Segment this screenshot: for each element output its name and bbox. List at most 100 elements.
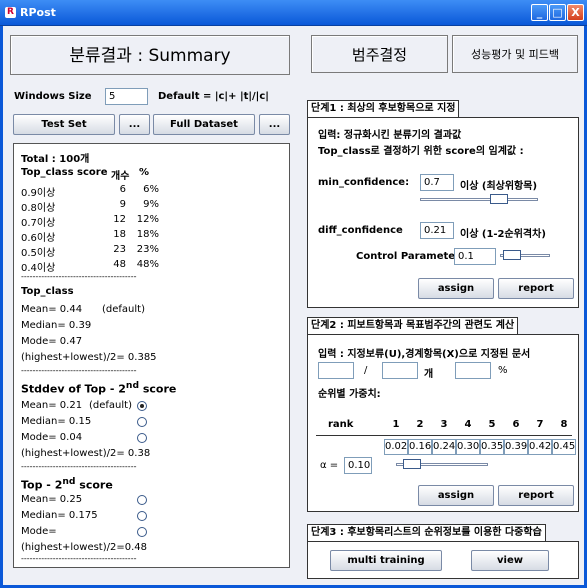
- min-confidence-slider-thumb[interactable]: [490, 194, 508, 204]
- step2-alpha-slider-thumb[interactable]: [403, 459, 422, 469]
- divider: ----------------------------------------: [21, 366, 137, 375]
- row-count: 18: [113, 229, 126, 240]
- diff-confidence-note: 이상 (1-2순위격차): [460, 229, 546, 240]
- step2-assign-button[interactable]: assign: [418, 485, 494, 506]
- step1-desc: Top_class로 결정하기 위한 score의 임계값 :: [318, 146, 524, 157]
- count-header: 개수: [111, 171, 130, 182]
- step2-total-input[interactable]: [382, 362, 418, 379]
- score-header: Top_class score: [21, 167, 108, 178]
- row-label: 0.5이상: [21, 248, 56, 259]
- close-button[interactable]: X: [567, 4, 584, 21]
- step3-title: 단계3 : 후보항목리스트의 순위정보를 이용한 다중학습: [307, 524, 546, 542]
- divider: ----------------------------------------: [21, 272, 137, 281]
- weight-input[interactable]: 0.42: [528, 439, 552, 455]
- step2-title: 단계2 : 피보트항목과 목표범주간의 관련도 계산: [307, 317, 519, 335]
- step1-assign-button[interactable]: assign: [418, 278, 494, 299]
- pct-header: %: [139, 167, 150, 178]
- row-pct: 18%: [136, 229, 159, 240]
- top2-median: Median= 0.175: [21, 510, 98, 521]
- row-pct: 6%: [143, 184, 159, 195]
- tab-evaluation-label: 성능평가 및 피드백: [471, 48, 559, 61]
- step1-report-button[interactable]: report: [498, 278, 574, 299]
- stddev-title-score: score: [142, 382, 177, 396]
- step2-report-button[interactable]: report: [498, 485, 574, 506]
- weight-input[interactable]: 0.39: [504, 439, 528, 455]
- stddev-mean-note: (default): [89, 400, 132, 411]
- multi-training-button[interactable]: multi training: [330, 550, 442, 571]
- top2-mode: Mode=: [21, 526, 57, 537]
- title-bar[interactable]: R RPost _ □ X: [0, 0, 587, 26]
- min-confidence-note: 이상 (최상위항목): [460, 181, 538, 192]
- min-confidence-label: min_confidence:: [318, 177, 410, 188]
- weight-input[interactable]: 0.16: [408, 439, 432, 455]
- total-count: Total : 100개: [21, 154, 90, 165]
- full-dataset-button[interactable]: Full Dataset: [153, 114, 255, 135]
- row-count: 12: [113, 214, 126, 225]
- top-class-mean-note: (default): [102, 304, 145, 315]
- step2-pct-unit: %: [498, 365, 508, 376]
- top-class-median: Median= 0.39: [21, 320, 92, 331]
- top2-mean: Mean= 0.25: [21, 494, 83, 505]
- step2-panel: 입력 : 지정보류(U),경계항목(X)으로 지정된 문서 / 개 % 순위별 …: [307, 334, 579, 512]
- top-class-mean: Mean= 0.44: [21, 304, 83, 315]
- step2-slash: /: [364, 365, 368, 376]
- weight-input[interactable]: 0.02: [384, 439, 408, 455]
- top2-mean-radio[interactable]: [137, 495, 147, 505]
- row-count: 9: [119, 199, 126, 210]
- row-pct: 48%: [136, 259, 159, 270]
- view-button[interactable]: view: [471, 550, 549, 571]
- step2-alpha-input[interactable]: 0.10: [344, 457, 372, 474]
- windows-size-label: Windows Size: [14, 91, 92, 102]
- weights-row: 0.02 0.16 0.24 0.30 0.35 0.39 0.42 0.45: [384, 439, 576, 455]
- tab-summary-label: 분류결과 : Summary: [69, 46, 231, 66]
- row-label: 0.9이상: [21, 188, 56, 199]
- full-dataset-browse-button[interactable]: ...: [259, 114, 290, 135]
- tab-summary[interactable]: 분류결과 : Summary: [10, 35, 290, 75]
- tab-evaluation[interactable]: 성능평가 및 피드백: [452, 35, 578, 73]
- weight-input[interactable]: 0.24: [432, 439, 456, 455]
- rank-number: 5: [488, 419, 496, 430]
- test-set-browse-button[interactable]: ...: [119, 114, 150, 135]
- stddev-title-sup: nd: [125, 380, 139, 391]
- rank-label: rank: [328, 419, 354, 430]
- row-pct: 23%: [136, 244, 159, 255]
- step2-count-input[interactable]: [318, 362, 354, 379]
- tab-category-decision[interactable]: 범주결정: [311, 35, 448, 73]
- step2-count-unit: 개: [424, 369, 434, 380]
- test-set-button[interactable]: Test Set: [13, 114, 115, 135]
- control-parameter-input[interactable]: 0.1: [454, 248, 496, 265]
- windows-size-input[interactable]: 5: [105, 88, 148, 105]
- weight-input[interactable]: 0.45: [552, 439, 576, 455]
- stddev-mode-radio[interactable]: [137, 433, 147, 443]
- control-parameter-slider-thumb[interactable]: [503, 250, 522, 260]
- tab-category-decision-label: 범주결정: [351, 46, 408, 64]
- stddev-median-radio[interactable]: [137, 417, 147, 427]
- min-confidence-slider[interactable]: [420, 198, 538, 201]
- step1-input-label: 입력: 정규화시킨 분류기의 결과값: [318, 130, 462, 141]
- step2-pct-input[interactable]: [455, 362, 491, 379]
- row-count: 23: [113, 244, 126, 255]
- top2-median-radio[interactable]: [137, 511, 147, 521]
- stddev-mean-radio[interactable]: [137, 401, 147, 411]
- rank-number: 2: [416, 419, 424, 430]
- rank-row: 1 2 3 4 5 6 7 8: [384, 419, 574, 433]
- top-class-title: Top_class: [21, 286, 74, 297]
- min-confidence-input[interactable]: 0.7: [420, 174, 454, 191]
- top-class-hl: (highest+lowest)/2= 0.385: [21, 352, 157, 363]
- weight-input[interactable]: 0.35: [480, 439, 504, 455]
- row-pct: 12%: [136, 214, 159, 225]
- rank-number: 4: [464, 419, 472, 430]
- minimize-button[interactable]: _: [531, 4, 548, 21]
- stddev-median: Median= 0.15: [21, 416, 92, 427]
- row-count: 6: [119, 184, 126, 195]
- weight-input[interactable]: 0.30: [456, 439, 480, 455]
- maximize-button[interactable]: □: [549, 4, 566, 21]
- rank-number: 6: [512, 419, 520, 430]
- diff-confidence-label: diff_confidence: [318, 225, 403, 236]
- diff-confidence-input[interactable]: 0.21: [420, 222, 454, 239]
- divider: ----------------------------------------: [21, 462, 137, 471]
- rank-number: 3: [440, 419, 448, 430]
- top2-mode-radio[interactable]: [137, 527, 147, 537]
- row-label: 0.6이상: [21, 233, 56, 244]
- step1-panel: 입력: 정규화시킨 분류기의 결과값 Top_class로 결정하기 위한 sc…: [307, 117, 579, 308]
